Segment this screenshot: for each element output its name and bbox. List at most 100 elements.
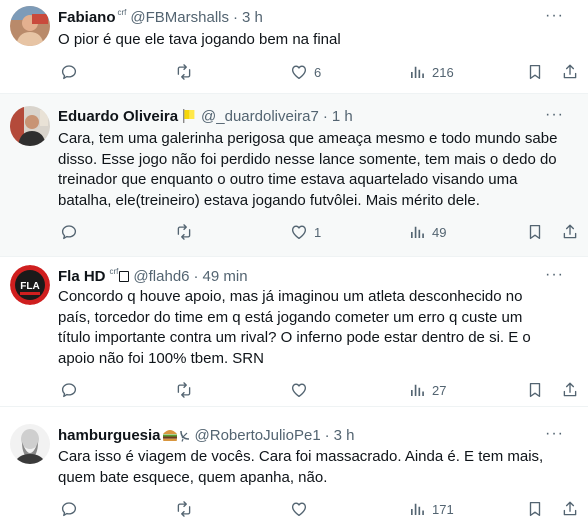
reply-button[interactable]	[60, 220, 78, 244]
repost-icon	[175, 381, 193, 399]
display-name[interactable]: hamburguesia	[58, 427, 161, 444]
reply-icon	[60, 63, 78, 81]
reply-button[interactable]	[60, 378, 78, 402]
more-icon[interactable]: ···	[545, 7, 564, 25]
bookmark-icon	[526, 381, 544, 399]
separator: ·	[232, 8, 238, 26]
views-button[interactable]: 216	[408, 60, 454, 84]
share-button[interactable]	[561, 378, 579, 402]
more-icon[interactable]: ···	[545, 106, 564, 124]
share-icon	[561, 381, 579, 399]
avatar-logo-text: FLA	[20, 281, 39, 292]
like-button[interactable]: 6	[290, 60, 321, 84]
share-icon	[561, 500, 579, 518]
separator: ·	[193, 267, 199, 285]
repost-icon	[175, 223, 193, 241]
reply-icon	[60, 500, 78, 518]
like-icon	[290, 381, 308, 399]
like-button[interactable]: 1	[290, 220, 321, 244]
views-count: 216	[432, 64, 454, 80]
timestamp[interactable]: 3 h	[242, 9, 263, 26]
views-button[interactable]: 27	[408, 378, 446, 402]
handle[interactable]: @flahd6	[133, 268, 189, 285]
bookmark-icon	[526, 500, 544, 518]
views-count: 27	[432, 382, 447, 398]
tweet-hamburguesia[interactable]: hamburguesia @RobertoJulioPe1 · 3 h ··· …	[0, 407, 588, 530]
bookmark-button[interactable]	[526, 378, 544, 402]
views-icon	[408, 63, 426, 81]
tweet-text: Cara, tem uma galerinha perigosa que ame…	[58, 130, 558, 209]
timestamp[interactable]: 49 min	[203, 268, 248, 285]
like-count: 1	[314, 224, 322, 240]
display-name[interactable]: Fabiano	[58, 9, 116, 26]
separator: ·	[322, 107, 328, 125]
share-button[interactable]	[561, 220, 579, 244]
avatar[interactable]	[10, 424, 50, 464]
views-button[interactable]: 49	[408, 220, 446, 244]
action-bar: 27	[50, 378, 580, 402]
timestamp[interactable]: 3 h	[334, 427, 355, 444]
like-button[interactable]	[290, 378, 308, 402]
repost-button[interactable]	[175, 220, 193, 244]
views-button[interactable]: 171	[408, 497, 454, 521]
action-bar: 171	[50, 497, 580, 521]
avatar[interactable]: FLA	[10, 265, 50, 305]
tweet-text: Concordo q houve apoio, mas já imaginou …	[58, 288, 531, 367]
like-count: 6	[314, 64, 322, 80]
repost-button[interactable]	[175, 497, 193, 521]
display-name[interactable]: Fla HD	[58, 268, 106, 285]
handle[interactable]: @RobertoJulioPe1	[195, 427, 321, 444]
action-bar: 6 216	[50, 60, 580, 84]
bookmark-button[interactable]	[526, 220, 544, 244]
satellite-dish-icon	[179, 428, 191, 442]
share-icon	[561, 63, 579, 81]
reply-button[interactable]	[60, 497, 78, 521]
reply-button[interactable]	[60, 60, 78, 84]
tweet-header: Fabiano crf @FBMarshalls · 3 h ···	[58, 7, 576, 27]
tweet-header: hamburguesia @RobertoJulioPe1 · 3 h ···	[58, 425, 576, 445]
display-name[interactable]: Eduardo Oliveira	[58, 108, 178, 125]
share-button[interactable]	[561, 60, 579, 84]
timestamp[interactable]: 1 h	[332, 108, 353, 125]
repost-button[interactable]	[175, 60, 193, 84]
avatar[interactable]	[10, 6, 50, 46]
repost-icon	[175, 63, 193, 81]
bookmark-icon	[526, 223, 544, 241]
hamburger-icon	[162, 428, 178, 442]
action-bar: 1 49	[50, 220, 580, 244]
views-icon	[408, 381, 426, 399]
tweet-text: O pior é que ele tava jogando bem na fin…	[58, 31, 341, 48]
avatar[interactable]	[10, 106, 50, 146]
handle[interactable]: @_duardoliveira7	[201, 108, 319, 125]
share-button[interactable]	[561, 497, 579, 521]
like-button[interactable]	[290, 497, 308, 521]
bookmark-button[interactable]	[526, 497, 544, 521]
like-icon	[290, 63, 308, 81]
tweet-header: Fla HD crf @flahd6 · 49 min ···	[58, 266, 576, 286]
tweet-header: Eduardo Oliveira @_duardoliveira7 · 1 h …	[58, 106, 576, 126]
reply-icon	[60, 223, 78, 241]
handle[interactable]: @FBMarshalls	[130, 9, 229, 26]
share-icon	[561, 223, 579, 241]
box-icon	[119, 270, 130, 282]
more-icon[interactable]: ···	[545, 266, 564, 284]
reply-icon	[60, 381, 78, 399]
crf-badge: crf	[109, 266, 119, 276]
tweet-eduardo[interactable]: Eduardo Oliveira @_duardoliveira7 · 1 h …	[0, 94, 588, 257]
reply-feed: Fabiano crf @FBMarshalls · 3 h ··· O pio…	[0, 0, 588, 530]
repost-icon	[175, 500, 193, 518]
crf-badge: crf	[117, 7, 127, 17]
views-count: 171	[432, 501, 454, 517]
separator: ·	[324, 426, 330, 444]
repost-button[interactable]	[175, 378, 193, 402]
more-icon[interactable]: ···	[545, 425, 564, 443]
bookmark-button[interactable]	[526, 60, 544, 84]
like-icon	[290, 223, 308, 241]
views-icon	[408, 500, 426, 518]
views-count: 49	[432, 224, 447, 240]
tweet-text: Cara isso é viagem de vocês. Cara foi ma…	[58, 448, 544, 486]
bookmark-icon	[526, 63, 544, 81]
tweet-flahd[interactable]: FLA Fla HD crf @flahd6 · 49 min ··· Conc…	[0, 257, 588, 407]
tweet-fabiano[interactable]: Fabiano crf @FBMarshalls · 3 h ··· O pio…	[0, 0, 588, 94]
like-icon	[290, 500, 308, 518]
